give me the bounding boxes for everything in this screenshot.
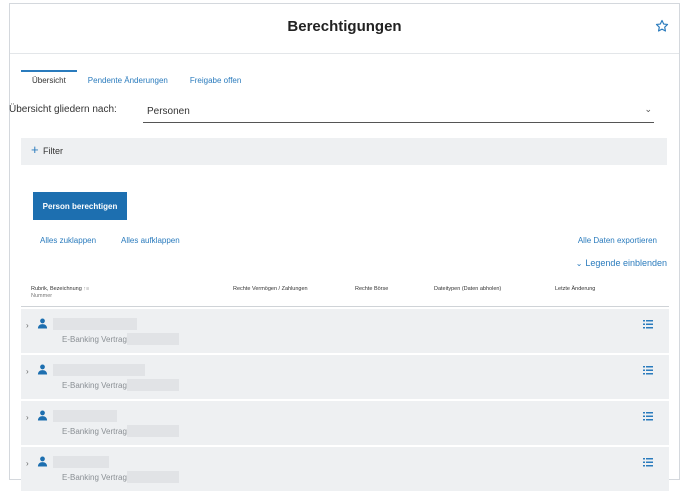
chevron-right-icon[interactable]: ›: [26, 321, 29, 330]
tab-bar: Übersicht Pendente Änderungen Freigabe o…: [21, 70, 252, 89]
column-rubrik-label: Rubrik, Bezeichnung: [31, 286, 82, 292]
list-icon[interactable]: [643, 366, 653, 375]
star-icon[interactable]: [655, 19, 669, 33]
table-row[interactable]: › E-Banking Vertrag: [21, 309, 669, 355]
user-icon: [37, 364, 48, 375]
grouping-label: Übersicht gliedern nach:: [9, 104, 117, 115]
page-title: Berechtigungen: [287, 18, 402, 35]
chevron-right-icon[interactable]: ›: [26, 367, 29, 376]
column-header-rechte-vermoegen[interactable]: Rechte Vermögen / Zahlungen: [233, 286, 308, 292]
redacted-name: [53, 318, 137, 330]
list-icon[interactable]: [643, 320, 653, 329]
sort-icon: ↑≡: [81, 286, 90, 292]
grouping-select[interactable]: Personen ⌄: [143, 102, 654, 123]
redacted-contract-number: [127, 425, 179, 437]
column-header-rechte-boerse[interactable]: Rechte Börse: [355, 286, 388, 292]
filter-bar[interactable]: + Filter: [21, 138, 667, 165]
legend-toggle-label: Legende einblenden: [585, 258, 667, 268]
redacted-contract-number: [127, 379, 179, 391]
column-header-letzte-aenderung[interactable]: Letzte Änderung: [555, 286, 595, 292]
contract-subtitle: E-Banking Vertrag: [62, 335, 127, 344]
chevron-down-icon: ⌄: [575, 259, 583, 268]
list-icon[interactable]: [643, 458, 653, 467]
table-body: › E-Banking Vertrag › E-Banking Vertrag …: [21, 309, 669, 493]
column-header-rubrik[interactable]: Rubrik, Bezeichnung ↑≡ Nummer: [31, 286, 89, 299]
redacted-contract-number: [127, 333, 179, 345]
redacted-name: [53, 364, 145, 376]
legend-toggle[interactable]: ⌄ Legende einblenden: [576, 258, 667, 268]
table-row[interactable]: › E-Banking Vertrag: [21, 355, 669, 401]
contract-subtitle: E-Banking Vertrag: [62, 381, 127, 390]
tab-freigabe-offen[interactable]: Freigabe offen: [179, 70, 252, 89]
person-berechtigen-button[interactable]: Person berechtigen: [33, 192, 127, 220]
table-row[interactable]: › E-Banking Vertrag: [21, 447, 669, 493]
table-header-divider: [21, 306, 669, 307]
collapse-all-link[interactable]: Alles zuklappen: [40, 236, 96, 245]
chevron-down-icon: ⌄: [644, 104, 652, 114]
filter-label: Filter: [43, 146, 63, 156]
redacted-name: [53, 410, 117, 422]
column-header-dateitypen[interactable]: Dateitypen (Daten abholen): [434, 286, 501, 292]
grouping-row: Übersicht gliedern nach: Personen ⌄: [9, 104, 657, 124]
user-icon: [37, 410, 48, 421]
list-icon[interactable]: [643, 412, 653, 421]
redacted-contract-number: [127, 471, 179, 483]
redacted-name: [53, 456, 109, 468]
column-rubrik-sublabel: Nummer: [31, 293, 53, 299]
contract-subtitle: E-Banking Vertrag: [62, 427, 127, 436]
chevron-right-icon[interactable]: ›: [26, 413, 29, 422]
grouping-value: Personen: [147, 106, 190, 117]
tab-uebersicht[interactable]: Übersicht: [21, 70, 77, 89]
expand-all-link[interactable]: Alles aufklappen: [121, 236, 180, 245]
tab-pendente-aenderungen[interactable]: Pendente Änderungen: [77, 70, 179, 89]
plus-icon: +: [31, 142, 39, 157]
user-icon: [37, 318, 48, 329]
page-header: Berechtigungen: [10, 4, 679, 54]
chevron-right-icon[interactable]: ›: [26, 459, 29, 468]
table-row[interactable]: › E-Banking Vertrag: [21, 401, 669, 447]
user-icon: [37, 456, 48, 467]
export-all-link[interactable]: Alle Daten exportieren: [578, 236, 657, 245]
